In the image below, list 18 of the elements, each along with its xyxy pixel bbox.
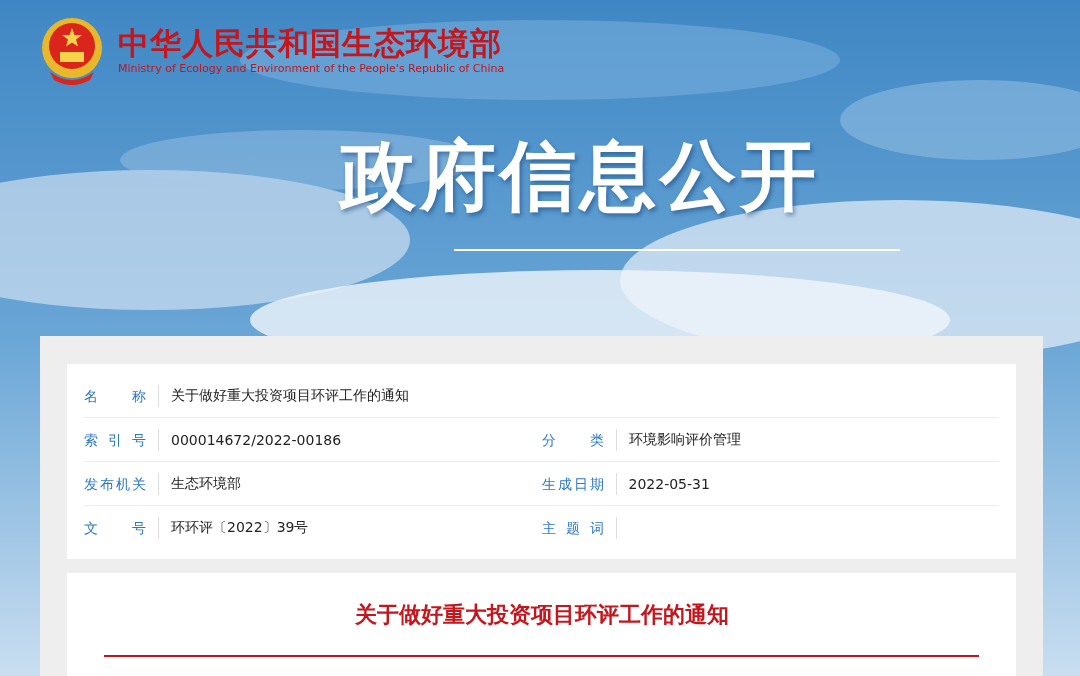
field-label: 主题词 [541, 518, 604, 538]
ministry-english-name: Ministry of Ecology and Environment of the People's Republic of China [118, 61, 505, 77]
field-label: 名称 [84, 386, 146, 406]
emblem-icon [40, 16, 104, 86]
field-label: 索引号 [84, 430, 146, 450]
field-label: 发布机关 [84, 474, 146, 494]
ministry-name: 中华人民共和国生态环境部 [118, 25, 503, 61]
field-value: 生态环境部 [171, 474, 241, 491]
article-title: 关于做好重大投资项目环评工作的通知 [354, 601, 729, 629]
field-value: 环环评〔2022〕39号 [171, 518, 309, 535]
field-label: 文号 [84, 518, 146, 538]
field-value: 000014672/2022-00186 [171, 431, 342, 448]
field-value: 2022-05-31 [628, 475, 710, 492]
field-value: 环境影响评价管理 [628, 430, 741, 447]
field-label: 分类 [541, 430, 604, 450]
field-label: 生成日期 [541, 474, 604, 494]
banner-title: 政府信息公开 [340, 130, 820, 222]
field-value: 关于做好重大投资项目环评工作的通知 [171, 386, 409, 403]
